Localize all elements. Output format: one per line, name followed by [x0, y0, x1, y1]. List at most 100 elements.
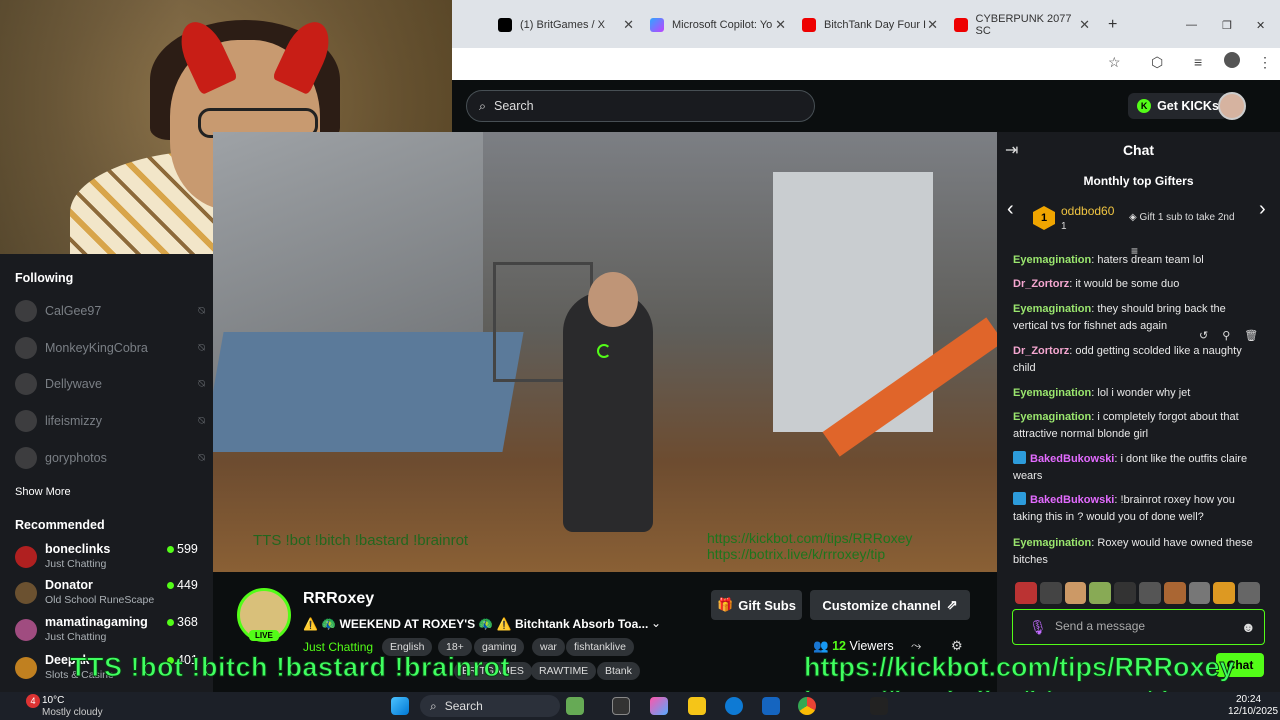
app-icon[interactable]: [612, 697, 630, 715]
extensions-icon[interactable]: ⬡: [1151, 54, 1163, 71]
delete-icon[interactable]: 🗑: [1244, 329, 1258, 342]
chat-username[interactable]: Eyemagination: [1013, 303, 1091, 315]
chevron-left-icon[interactable]: ‹: [1007, 198, 1014, 221]
sidebar-item-recommended[interactable]: boneclinks Just Chatting 599: [15, 542, 205, 574]
chat-username[interactable]: Eyemagination: [1013, 387, 1091, 399]
tag[interactable]: RAWTIME: [531, 662, 597, 680]
emote-icon[interactable]: [1089, 582, 1112, 604]
emote-icon[interactable]: [1015, 582, 1037, 604]
chat-username[interactable]: Eyemagination: [1013, 411, 1091, 423]
viewers-label: Viewers: [849, 639, 894, 653]
browser-tab[interactable]: (1) BritGames / X ✕: [490, 10, 638, 40]
close-icon[interactable]: ✕: [927, 17, 938, 33]
emoji-icon[interactable]: ☻: [1241, 619, 1256, 635]
emote-icon[interactable]: [1039, 582, 1062, 604]
show-more-link[interactable]: Show More: [15, 486, 71, 498]
gift-cta[interactable]: ◈ Gift 1 sub to take 2nd: [1129, 212, 1235, 223]
channel-name: Dellywave: [45, 377, 102, 391]
sidebar-item-following[interactable]: goryphotos ⍉: [15, 445, 205, 471]
tag[interactable]: war: [532, 638, 565, 656]
viewer-count: 368: [177, 615, 198, 629]
customize-channel-button[interactable]: Customize channel ⇗: [810, 590, 970, 620]
chevron-right-icon[interactable]: ›: [1259, 198, 1266, 221]
browser-tab[interactable]: CYBERPUNK 2077 SC ✕: [946, 10, 1094, 40]
clock-date[interactable]: 12/10/2025: [1228, 706, 1278, 717]
weather-alert-icon[interactable]: 4: [26, 694, 40, 708]
chat-username[interactable]: Dr_Zortorz: [1013, 345, 1069, 357]
reply-icon[interactable]: ↺: [1199, 329, 1208, 342]
emote-icon[interactable]: [1114, 582, 1136, 604]
weather-temp[interactable]: 10°C: [42, 695, 64, 706]
channel-name: CalGee97: [45, 304, 102, 318]
gifter-name[interactable]: oddbod60: [1061, 204, 1114, 218]
avatar: [15, 447, 37, 469]
sidebar-item-following[interactable]: MonkeyKingCobra ⍉: [15, 335, 205, 361]
video-url-line: https://kickbot.com/tips/RRRoxey: [707, 530, 913, 546]
chevron-down-icon[interactable]: ⌄: [651, 616, 661, 630]
emote-icon[interactable]: [1138, 582, 1161, 604]
app-icon[interactable]: [870, 697, 888, 715]
chat-username[interactable]: BakedBukowski: [1030, 453, 1114, 465]
chat-message: BakedBukowski: !brainrot roxey how you t…: [1013, 492, 1235, 523]
emote-icon[interactable]: [1188, 582, 1211, 604]
new-tab-button[interactable]: +: [1100, 10, 1125, 40]
close-icon[interactable]: ✕: [775, 17, 786, 33]
clock-time[interactable]: 20:24: [1236, 694, 1261, 705]
tag[interactable]: fishtanklive: [566, 638, 634, 656]
browser-tab[interactable]: BitchTank Day Four I ✕: [794, 10, 942, 40]
app-icon[interactable]: [762, 697, 780, 715]
sidebar-item-recommended[interactable]: mamatinagaming Just Chatting 368: [15, 615, 205, 647]
file-explorer-icon[interactable]: [688, 697, 706, 715]
following-heading: Following: [15, 271, 74, 285]
tag[interactable]: Btank: [597, 662, 640, 680]
offline-icon: ⍉: [198, 304, 205, 317]
avatar[interactable]: [1218, 92, 1246, 120]
gift-subs-button[interactable]: 🎁 Gift Subs: [711, 590, 802, 620]
menu-icon[interactable]: ⋮: [1258, 54, 1272, 71]
close-icon[interactable]: ✕: [623, 17, 634, 33]
close-window-icon[interactable]: ✕: [1248, 10, 1273, 40]
avatar: [15, 657, 37, 679]
maximize-icon[interactable]: ❐: [1214, 10, 1240, 40]
offline-icon: ⍉: [198, 451, 205, 464]
microphone-icon[interactable]: 🎙: [1029, 619, 1047, 636]
pin-icon[interactable]: ⚲: [1222, 329, 1230, 342]
tip-url-overlay: https://kickbot.com/tips/RRRoxey: [804, 652, 1236, 683]
profile-icon[interactable]: [1224, 52, 1240, 68]
media-icon[interactable]: ≡: [1194, 54, 1202, 70]
close-icon[interactable]: ✕: [1079, 17, 1090, 33]
weather-desc[interactable]: Mostly cloudy: [42, 707, 103, 718]
windows-start-icon[interactable]: [391, 697, 409, 715]
sidebar-item-following[interactable]: lifeismizzy ⍉: [15, 408, 205, 434]
app-icon[interactable]: [566, 697, 584, 715]
sidebar-item-following[interactable]: CalGee97 ⍉: [15, 298, 205, 324]
chat-username[interactable]: Dr_Zortorz: [1013, 278, 1069, 290]
minimize-icon[interactable]: —: [1178, 10, 1205, 40]
gift-subs-label: Gift Subs: [738, 597, 796, 613]
offline-icon: ⍉: [198, 414, 205, 427]
copilot-icon[interactable]: [650, 697, 668, 715]
video-player[interactable]: TTS !bot !bitch !bastard !brainrot https…: [213, 132, 997, 572]
chat-username[interactable]: Eyemagination: [1013, 254, 1091, 266]
browser-tab[interactable]: Microsoft Copilot: Yo ✕: [642, 10, 790, 40]
emote-icon[interactable]: [1213, 582, 1236, 604]
chat-input-box[interactable]: 🎙 ☻: [1012, 609, 1265, 645]
chat-username[interactable]: Eyemagination: [1013, 537, 1091, 549]
edge-icon[interactable]: [725, 697, 743, 715]
channel-name: boneclinks: [45, 542, 111, 556]
search-input[interactable]: ⌕ Search: [466, 90, 815, 122]
bookmark-star-icon[interactable]: ☆: [1108, 54, 1121, 71]
sidebar-item-recommended[interactable]: Donator Old School RuneScape 449: [15, 578, 205, 610]
channel-name[interactable]: RRRoxey: [303, 590, 374, 608]
chat-username[interactable]: BakedBukowski: [1030, 494, 1114, 506]
emote-icon[interactable]: [1238, 582, 1260, 604]
sidebar-item-following[interactable]: Dellywave ⍉: [15, 371, 205, 397]
avatar: [15, 619, 37, 641]
gift-icon: ◈: [1129, 212, 1137, 223]
taskbar-search[interactable]: ⌕ Search: [420, 695, 560, 717]
chat-input[interactable]: [1055, 619, 1235, 633]
chrome-icon[interactable]: [798, 697, 816, 715]
get-kicks-button[interactable]: K Get KICKs: [1128, 93, 1228, 119]
emote-icon[interactable]: [1163, 582, 1186, 604]
emote-icon[interactable]: [1064, 582, 1087, 604]
